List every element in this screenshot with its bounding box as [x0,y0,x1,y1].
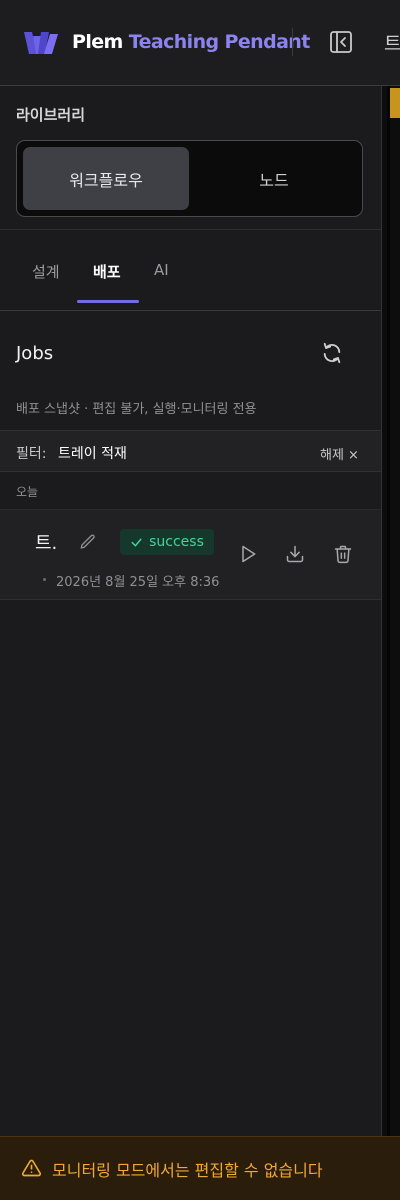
trash-icon[interactable] [333,544,353,564]
tab-ai[interactable]: AI [154,261,169,279]
library-segmented-control: 워크플로우 노드 [16,140,363,217]
app-header: Plem Teaching Pendant 트 [0,0,400,86]
divider [0,310,381,311]
status-text: success [149,534,204,550]
active-tab-indicator [77,300,139,303]
play-icon[interactable] [238,544,258,564]
bullet [43,578,46,581]
plem-logo-icon [24,32,58,54]
tab-design[interactable]: 설계 [32,261,60,282]
jobs-title: Jobs [16,343,54,364]
filter-label: 필터: [16,446,47,462]
app-brand: Plem Teaching Pendant [72,31,310,53]
job-name: 트. [35,533,58,554]
filter-clear-button[interactable]: 해제 × [320,444,359,463]
brand-primary: Plem [72,31,123,53]
segment-workflow[interactable]: 워크플로우 [23,147,189,210]
status-badge: success [120,529,214,555]
header-truncated-text: 트 [384,33,400,55]
tab-deploy[interactable]: 배포 [93,261,121,282]
filter-bar: 필터: 트레이 적재 해제 × [0,430,381,472]
brand-secondary: Teaching Pendant [128,31,311,53]
mode-tabs: 설계 배포 AI [0,230,381,310]
resize-handle[interactable] [387,86,390,1136]
refresh-icon[interactable] [321,342,343,364]
library-title: 라이브러리 [16,106,86,124]
header-divider [292,28,293,56]
download-icon[interactable] [285,544,305,564]
monitoring-warning-bar: 모니터링 모드에서는 편집할 수 없습니다 [0,1136,400,1200]
library-panel: 라이브러리 워크플로우 노드 설계 배포 AI Jobs 배포 스냅샷 · 편집… [0,86,381,1136]
accent-marker [390,88,400,118]
canvas-edge [381,86,400,1136]
job-timestamp: 2026년 8월 25일 오후 8:36 [56,575,220,590]
warning-text: 모니터링 모드에서는 편집할 수 없습니다 [52,1161,323,1180]
jobs-subtitle: 배포 스냅샷 · 편집 불가, 실행·모니터링 전용 [16,402,257,417]
check-icon [131,538,142,546]
segment-node[interactable]: 노드 [191,147,357,210]
warning-icon [21,1159,42,1177]
job-list-item[interactable]: 트. success 2026년 8월 25일 오후 8:36 [0,510,381,600]
pencil-icon[interactable] [79,533,97,551]
sidebar-collapse-icon[interactable] [329,30,353,54]
group-label-today: 오늘 [16,485,39,499]
filter-value: 트레이 적재 [58,446,127,462]
